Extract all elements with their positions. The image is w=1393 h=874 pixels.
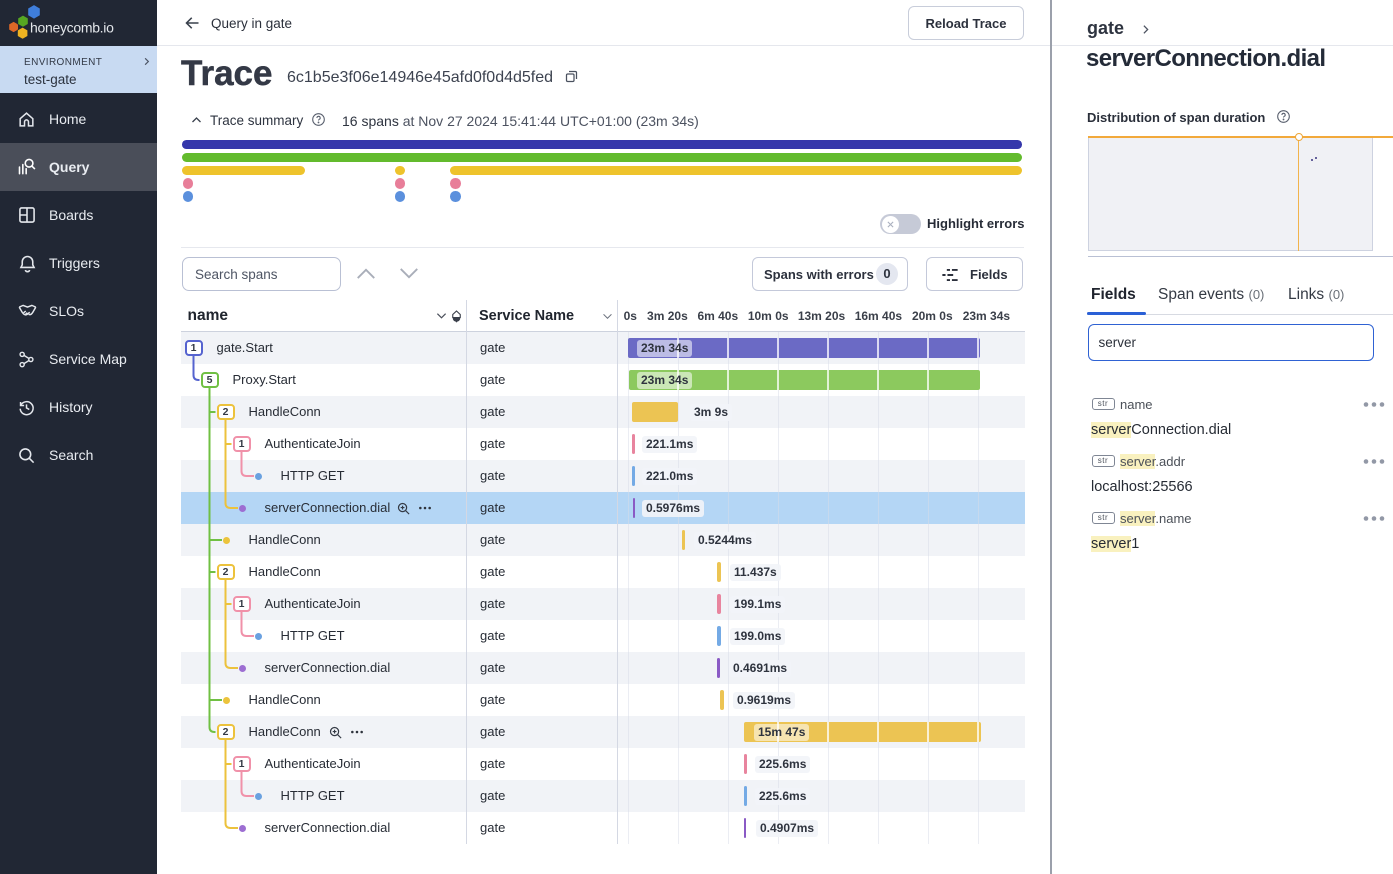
svg-text:honeycomb.io: honeycomb.io — [30, 20, 114, 36]
